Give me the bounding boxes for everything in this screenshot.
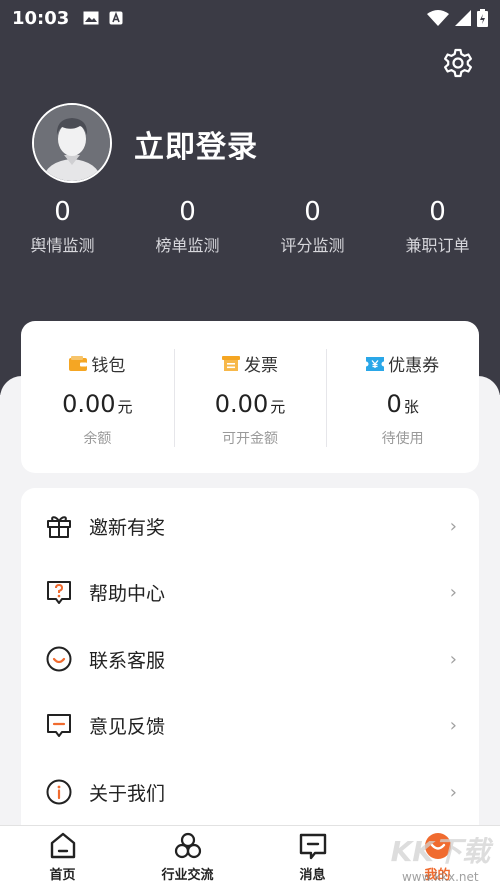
stat-rating-monitor[interactable]: 0 评分监测	[250, 196, 375, 256]
wallet-sub: 余额	[83, 431, 112, 447]
menu-item-invite[interactable]: 邀新有奖 ›	[21, 493, 479, 559]
wifi-icon	[427, 10, 449, 26]
menu-label: 联系客服	[89, 649, 166, 672]
wallet-unit: 元	[270, 398, 286, 416]
tab-label: 消息	[299, 868, 326, 883]
stat-value: 0	[304, 197, 321, 227]
watermark: KK下载 www.kkx.net	[391, 830, 490, 884]
wallet-sub: 可开金额	[222, 431, 278, 447]
tab-home[interactable]: 首页	[0, 826, 125, 888]
stat-part-time-orders[interactable]: 0 兼职订单	[375, 196, 500, 256]
gift-icon	[47, 516, 71, 538]
wallet-title: 钱包	[91, 356, 126, 376]
help-icon	[47, 581, 71, 604]
tab-label: 首页	[49, 868, 76, 883]
menu-item-about[interactable]: 关于我们 ›	[21, 759, 479, 825]
customer-service-icon	[46, 646, 72, 672]
menu-item-help-center[interactable]: 帮助中心 ›	[21, 559, 479, 625]
login-button[interactable]: 立即登录	[134, 122, 258, 166]
wallet-unit: 元	[117, 398, 133, 416]
community-icon	[174, 832, 201, 859]
battery-icon	[477, 9, 488, 27]
chevron-right-icon: ›	[449, 714, 457, 736]
wallet-balance[interactable]: 钱包 0.00 元 余额	[21, 321, 174, 473]
status-bar: 10:03	[0, 0, 500, 36]
info-icon	[46, 779, 72, 805]
wallet-sub: 待使用	[381, 431, 424, 447]
stat-sentiment-monitor[interactable]: 0 舆情监测	[0, 196, 125, 256]
avatar[interactable]	[32, 103, 112, 183]
chevron-right-icon: ›	[449, 648, 457, 670]
wallet-icon	[69, 356, 88, 371]
stats-row: 0 舆情监测 0 榜单监测 0 评分监测 0 兼职订单	[0, 196, 500, 256]
settings-gear-icon[interactable]	[442, 47, 474, 79]
stat-label: 兼职订单	[405, 236, 470, 255]
stat-value: 0	[429, 197, 446, 227]
chevron-right-icon: ›	[449, 515, 457, 537]
menu-item-feedback[interactable]: 意见反馈 ›	[21, 692, 479, 758]
watermark-logo: KK下载	[390, 835, 490, 868]
font-notification-icon	[109, 11, 123, 25]
stat-ranking-monitor[interactable]: 0 榜单监测	[125, 196, 250, 256]
menu-label: 关于我们	[89, 782, 166, 805]
home-icon	[50, 832, 75, 859]
tab-label: 行业交流	[161, 868, 214, 883]
message-icon	[299, 833, 326, 860]
menu-label: 邀新有奖	[89, 516, 166, 539]
menu-label: 意见反馈	[89, 715, 166, 738]
chevron-right-icon: ›	[449, 581, 457, 603]
wallet-value: 0.00	[214, 390, 269, 418]
menu-label: 帮助中心	[89, 582, 166, 605]
wallet-coupons[interactable]: 优惠券 0张 待使用	[326, 321, 479, 473]
menu-card: 邀新有奖 › 帮助中心 › 联系客服 › 意见反馈 › 关于我们 ›	[21, 488, 479, 833]
stat-label: 评分监测	[280, 236, 345, 255]
stat-label: 舆情监测	[30, 236, 95, 255]
menu-item-customer-service[interactable]: 联系客服 ›	[21, 626, 479, 692]
coupon-icon	[366, 356, 385, 371]
wallet-value: 0.00	[62, 390, 116, 418]
tab-community[interactable]: 行业交流	[125, 826, 250, 888]
status-time: 10:03	[12, 7, 70, 29]
chevron-right-icon: ›	[449, 781, 457, 803]
stat-value: 0	[179, 197, 196, 227]
stat-value: 0	[54, 197, 71, 227]
invoice-icon	[222, 356, 240, 371]
stat-label: 榜单监测	[155, 236, 220, 255]
wallet-title: 发票	[244, 356, 278, 376]
wallet-invoice[interactable]: 发票 0.00 元 可开金额	[173, 321, 327, 473]
image-notification-icon	[83, 11, 99, 25]
watermark-url: www.kkx.net	[401, 870, 479, 884]
tab-messages[interactable]: 消息	[250, 826, 375, 888]
wallet-title: 优惠券	[388, 356, 440, 376]
feedback-icon	[47, 714, 71, 737]
wallet-value: 0	[386, 390, 402, 418]
default-avatar-icon	[34, 105, 110, 181]
signal-icon	[455, 10, 471, 26]
wallet-unit: 张	[403, 398, 419, 416]
wallet-card: 钱包 0.00 元 余额 发票 0.00 元 可开金额 优惠券 0张 待使用	[21, 321, 479, 473]
